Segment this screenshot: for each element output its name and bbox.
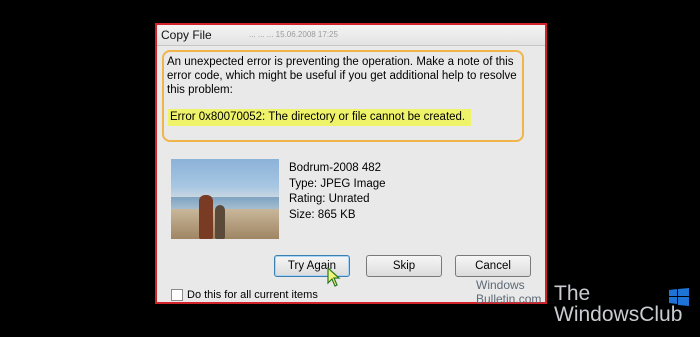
watermark-big-line2: WindowsClub bbox=[554, 303, 683, 326]
thumbnail-ground bbox=[171, 209, 279, 239]
windows-logo-icon bbox=[669, 288, 689, 306]
file-rating: Rating: Unrated bbox=[289, 193, 370, 205]
file-name: Bodrum-2008 482 bbox=[289, 162, 382, 174]
dialog-titlebar[interactable]: Copy File ... ... ... 15.06.2008 17:25 bbox=[157, 25, 545, 46]
watermark-small-line2: Bulletin.com bbox=[476, 292, 542, 306]
thewindowsclub-watermark: The WindowsClub bbox=[554, 283, 682, 325]
copy-file-dialog: Copy File ... ... ... 15.06.2008 17:25 A… bbox=[155, 23, 547, 304]
windows-bulletin-watermark: Windows Bulletin.com bbox=[476, 278, 541, 306]
thumbnail-person-2 bbox=[215, 205, 225, 239]
skip-button[interactable]: Skip bbox=[366, 255, 442, 277]
file-type: Type: JPEG Image bbox=[289, 177, 386, 190]
file-thumbnail bbox=[171, 159, 279, 239]
watermark-small-line1: Windows bbox=[476, 278, 525, 292]
error-code-text: Error 0x80070052: The directory or file … bbox=[168, 109, 472, 126]
apply-to-all-row[interactable]: Do this for all current items bbox=[171, 289, 318, 301]
thumbnail-person bbox=[199, 195, 213, 239]
file-info: Bodrum-2008 482 Type: JPEG Image Rating:… bbox=[289, 161, 386, 223]
apply-to-all-checkbox[interactable] bbox=[171, 289, 183, 301]
mouse-pointer-icon bbox=[327, 267, 341, 287]
dialog-title-faint-text: ... ... ... 15.06.2008 17:25 bbox=[249, 30, 338, 39]
error-message: An unexpected error is preventing the op… bbox=[167, 56, 517, 96]
watermark-big-line1: The bbox=[554, 282, 591, 305]
file-size: Size: 865 KB bbox=[289, 208, 356, 221]
dialog-title: Copy File bbox=[161, 28, 212, 42]
apply-to-all-label: Do this for all current items bbox=[187, 289, 318, 301]
cancel-button[interactable]: Cancel bbox=[455, 255, 531, 277]
